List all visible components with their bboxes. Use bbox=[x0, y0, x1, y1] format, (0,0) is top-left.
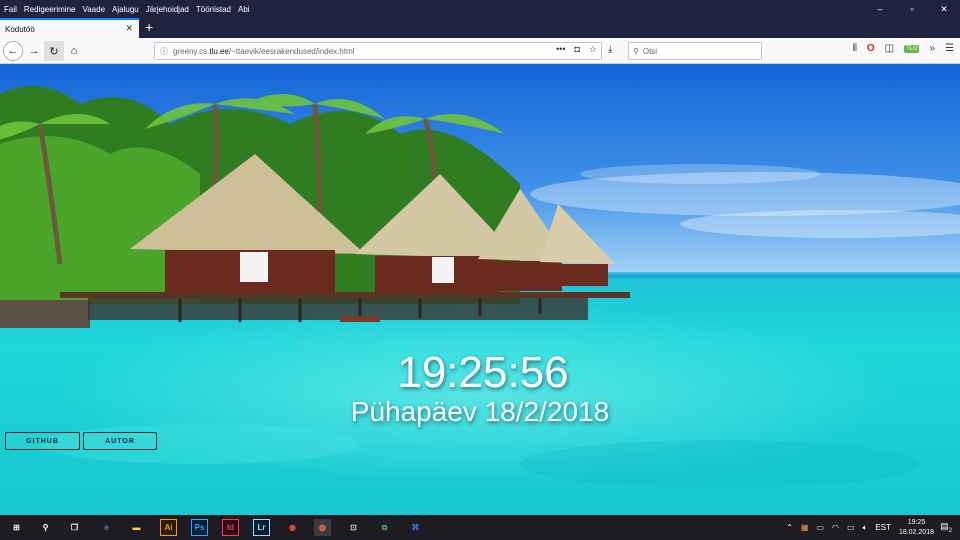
taskbar: ⊞ ⚲ ❐ e ▬ Ai Ps Id Lr ◉ ◍ ⊡ ⧉ ⌘ ⌃ ▦ ▭ ◠ ▭ 🔈︎ EST 19:2… bbox=[0, 515, 960, 540]
page-viewport: 19:25:56 Pühapäev 18/2/2018 GITHUB AUTOR bbox=[0, 64, 960, 515]
library-icon[interactable]: ⫴ bbox=[853, 43, 857, 54]
info-icon[interactable]: ⓘ bbox=[155, 46, 173, 57]
close-window-button[interactable]: ✕ bbox=[928, 0, 960, 18]
taskbar-task-view-icon[interactable]: ❐ bbox=[66, 519, 83, 536]
menu-item[interactable]: Fail bbox=[4, 5, 17, 14]
tab-strip: Kodutöö ✕ + bbox=[0, 18, 960, 38]
minimize-button[interactable]: – bbox=[864, 0, 896, 18]
menu: Fail Redigeerimine Vaade Ajalugu Järjehoidja… bbox=[0, 5, 257, 14]
overflow-chevron-icon[interactable]: » bbox=[929, 43, 935, 54]
reload-button[interactable]: ↻ bbox=[44, 41, 64, 61]
arrow-left-icon: ← bbox=[7, 45, 19, 57]
window-controls: – ▫ ✕ bbox=[864, 0, 960, 18]
toolbar-right: ⫴ O ◫ TLÜ » ☰ bbox=[853, 43, 954, 54]
phone-tray-icon[interactable]: ▭ bbox=[816, 523, 824, 532]
notification-icon: ▤ bbox=[940, 521, 949, 531]
url-bar[interactable]: ⓘ greeny.cs.tlu.ee/~ttaevik/eesrakenduse… bbox=[154, 42, 602, 60]
clock-time: 19:25:56 bbox=[397, 348, 569, 397]
language-indicator[interactable]: EST bbox=[875, 523, 891, 532]
taskbar-vscode-icon[interactable]: ⌘ bbox=[407, 519, 424, 536]
menu-item[interactable]: Redigeerimine bbox=[24, 5, 76, 14]
menu-item[interactable]: Tööriistad bbox=[196, 5, 231, 14]
tab-close-button[interactable]: ✕ bbox=[125, 23, 133, 34]
menu-item[interactable]: Järjehoidjad bbox=[146, 5, 189, 14]
system-tray: ⌃ ▦ ▭ ◠ ▭ 🔈︎ EST 19:25 18.02.2018 bbox=[786, 515, 934, 540]
navigation-bar: ← → ↻ ⌂ ⓘ greeny.cs.tlu.ee/~ttaevik/eesr… bbox=[0, 38, 960, 64]
clock-date: Pühapäev 18/2/2018 bbox=[350, 396, 610, 427]
taskbar-explorer-icon[interactable]: ▬ bbox=[128, 519, 145, 536]
menu-item[interactable]: Abi bbox=[238, 5, 250, 14]
url-text[interactable]: greeny.cs.tlu.ee/~ttaevik/eesrakendused/… bbox=[173, 47, 355, 56]
home-button[interactable]: ⌂ bbox=[64, 41, 84, 61]
menu-item[interactable]: Vaade bbox=[82, 5, 105, 14]
taskbar-remote-app-icon[interactable]: ⧉ bbox=[376, 519, 393, 536]
url-actions: ••• ◘ ☆ bbox=[556, 44, 597, 55]
app-tray-icon[interactable]: ▦ bbox=[801, 523, 809, 532]
notification-center-button[interactable]: ▤2 bbox=[940, 521, 952, 534]
author-button[interactable]: AUTOR bbox=[83, 432, 157, 450]
forward-button[interactable]: → bbox=[24, 41, 44, 61]
taskbar-firefox-icon[interactable]: ◍ bbox=[314, 519, 331, 536]
sidebar-icon[interactable]: ◫ bbox=[885, 43, 894, 54]
network-icon[interactable]: ◠ bbox=[832, 523, 839, 532]
battery-icon[interactable]: ▭ bbox=[847, 523, 855, 532]
maximize-button[interactable]: ▫ bbox=[896, 0, 928, 18]
taskbar-photoshop-icon[interactable]: Ps bbox=[191, 519, 208, 536]
taskbar-edge-icon[interactable]: e bbox=[98, 519, 115, 536]
back-button[interactable]: ← bbox=[3, 41, 23, 61]
download-icon[interactable]: ⤓ bbox=[608, 44, 612, 55]
taskbar-illustrator-icon[interactable]: Ai bbox=[160, 519, 177, 536]
opera-icon[interactable]: O bbox=[867, 43, 875, 54]
taskbar-start-icon[interactable]: ⊞ bbox=[8, 519, 25, 536]
search-input[interactable]: ⚲ Otsi bbox=[628, 42, 762, 60]
volume-icon[interactable]: 🔈︎ bbox=[863, 523, 868, 533]
hamburger-menu-icon[interactable]: ☰ bbox=[945, 43, 954, 54]
tlu-extension-icon[interactable]: TLÜ bbox=[904, 44, 920, 53]
tab-kodutoo[interactable]: Kodutöö ✕ bbox=[0, 18, 139, 38]
taskbar-chrome-icon[interactable]: ◉ bbox=[284, 519, 301, 536]
page-actions-button[interactable]: ••• bbox=[556, 44, 565, 55]
tab-title: Kodutöö bbox=[5, 24, 35, 34]
new-tab-button[interactable]: + bbox=[145, 19, 153, 36]
menu-bar: Fail Redigeerimine Vaade Ajalugu Järjehoidja… bbox=[0, 0, 960, 18]
taskbar-search-icon[interactable]: ⚲ bbox=[37, 519, 54, 536]
taskbar-lightroom-icon[interactable]: Lr bbox=[253, 519, 270, 536]
chevron-up-icon[interactable]: ⌃ bbox=[786, 523, 793, 532]
taskbar-clock[interactable]: 19:25 18.02.2018 bbox=[899, 518, 934, 538]
taskbar-network-app-icon[interactable]: ⊡ bbox=[345, 519, 362, 536]
home-icon: ⌂ bbox=[70, 45, 78, 57]
arrow-right-icon: → bbox=[28, 45, 40, 57]
reload-icon: ↻ bbox=[49, 45, 59, 58]
menu-item[interactable]: Ajalugu bbox=[112, 5, 139, 14]
github-button[interactable]: GITHUB bbox=[5, 432, 80, 450]
search-placeholder: Otsi bbox=[642, 46, 658, 56]
taskbar-indesign-icon[interactable]: Id bbox=[222, 519, 239, 536]
pocket-icon[interactable]: ◘ bbox=[574, 44, 579, 55]
search-icon: ⚲ bbox=[633, 46, 639, 56]
bookmark-star-icon[interactable]: ☆ bbox=[589, 44, 597, 55]
